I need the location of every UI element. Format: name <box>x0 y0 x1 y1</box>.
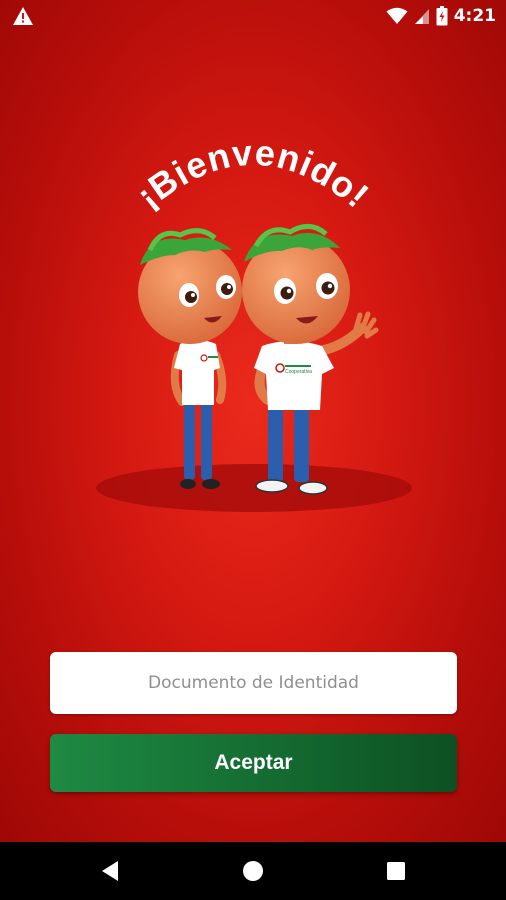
mascot-girl <box>138 228 242 489</box>
welcome-title: ¡Bienvenido! <box>129 132 377 217</box>
accept-button[interactable]: Aceptar <box>50 734 457 792</box>
welcome-illustration: ¡Bienvenido! Cooperativa <box>96 132 412 512</box>
document-id-input[interactable] <box>50 652 457 714</box>
mascot-boy: Cooperativa <box>242 224 379 495</box>
status-bar: 4:21 <box>0 0 506 32</box>
home-icon <box>243 861 263 881</box>
shirt-logo-text: Cooperativa <box>285 369 312 375</box>
back-button[interactable] <box>70 842 150 900</box>
navigation-bar <box>0 842 506 900</box>
home-button[interactable] <box>213 842 293 900</box>
back-icon <box>102 861 118 881</box>
floor-shadow <box>96 464 412 512</box>
recents-button[interactable] <box>356 842 436 900</box>
recents-icon <box>387 862 405 880</box>
clock: 4:21 <box>453 6 496 26</box>
status-icons: 4:21 <box>386 0 496 32</box>
warning-icon <box>13 7 33 25</box>
cell-signal-icon <box>414 9 429 24</box>
wifi-icon <box>386 7 408 24</box>
battery-icon <box>436 6 448 26</box>
app-screen: 4:21 ¡Bienvenido! Cooperativa Documento … <box>0 0 506 842</box>
